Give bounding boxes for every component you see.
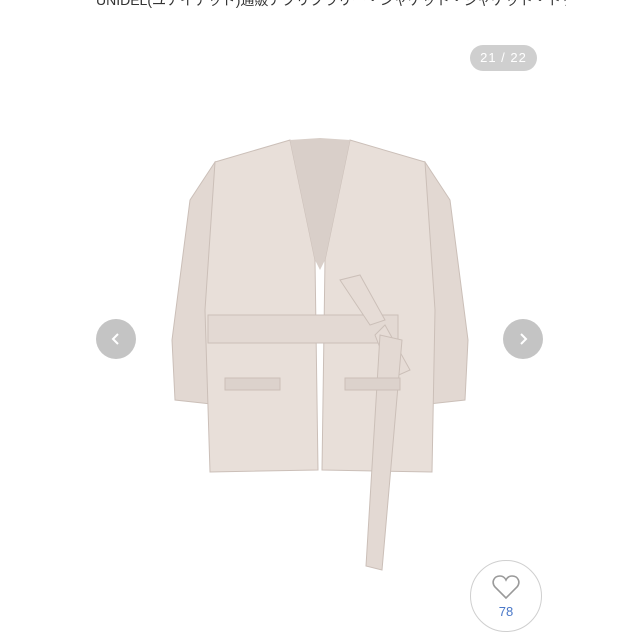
chevron-left-icon xyxy=(111,333,119,345)
next-image-button[interactable] xyxy=(503,319,543,359)
product-title: UNIDEL(ユナイテッド)通販アクリクラリー・シャケット・ジャケット・トップス xyxy=(96,0,566,8)
prev-image-button[interactable] xyxy=(96,319,136,359)
chevron-right-icon xyxy=(520,333,528,345)
favorite-count: 78 xyxy=(498,603,514,619)
image-counter: 21 / 22 xyxy=(470,45,537,71)
heart-icon xyxy=(492,574,520,599)
favorite-button[interactable]: 78 xyxy=(470,560,542,632)
product-image xyxy=(171,138,469,571)
